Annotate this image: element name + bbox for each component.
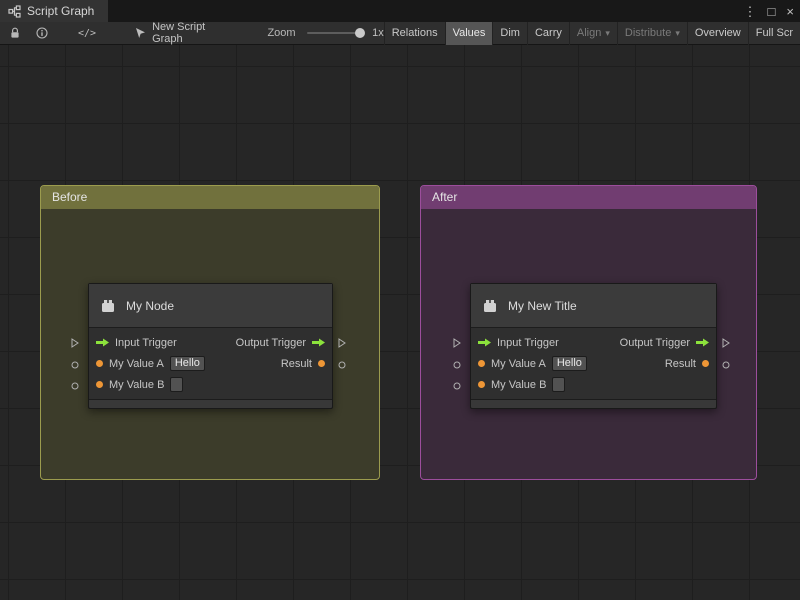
node-body: Input Trigger Output Trigger My Value A …	[471, 328, 716, 395]
code-icon[interactable]: </>	[78, 28, 96, 39]
zoom-value: 1x	[372, 27, 384, 39]
node-row: Input Trigger Output Trigger	[89, 332, 332, 353]
node-row: My Value A Hello Result	[471, 353, 716, 374]
maximize-icon[interactable]: □	[768, 5, 776, 18]
port-label: My Value A	[491, 357, 546, 370]
lock-icon[interactable]	[9, 27, 21, 39]
dim-button[interactable]: Dim	[492, 21, 527, 45]
value-output-port[interactable]	[338, 361, 346, 369]
input-trigger-port[interactable]	[71, 338, 79, 348]
node-header[interactable]: My Node	[89, 284, 332, 328]
chevron-down-icon: ▾	[675, 27, 680, 38]
relations-button[interactable]: Relations	[383, 21, 445, 45]
value-port-icon	[318, 360, 325, 367]
node-row: Input Trigger Output Trigger	[471, 332, 716, 353]
string-input[interactable]: Hello	[551, 356, 587, 371]
port-label: Input Trigger	[115, 336, 177, 349]
output-trigger-port[interactable]	[338, 338, 346, 348]
port-label: Result	[280, 357, 312, 370]
flow-arrow-icon	[312, 338, 325, 347]
close-icon[interactable]: ×	[786, 5, 794, 18]
cursor-icon	[134, 27, 146, 40]
string-input[interactable]: Hello	[169, 356, 205, 371]
zoom-slider-handle[interactable]	[355, 28, 366, 38]
graph-name-label: New Script Graph	[152, 21, 206, 45]
output-trigger-port[interactable]	[722, 338, 730, 348]
value-input-port[interactable]	[453, 382, 461, 390]
node-row: My Value B	[89, 374, 332, 395]
value-output-port[interactable]	[722, 361, 730, 369]
value-input-port[interactable]	[71, 361, 79, 369]
title-bar: Script Graph ⋮ □ ×	[0, 0, 800, 22]
value-port-icon	[96, 381, 103, 388]
distribute-button: Distribute ▾	[616, 21, 687, 45]
unit-icon	[484, 299, 496, 312]
window-controls: ⋮ □ ×	[744, 0, 794, 22]
graph-node[interactable]: My New Title Input Trigger Output Trigge…	[470, 283, 717, 409]
kebab-menu-icon[interactable]: ⋮	[744, 5, 757, 18]
node-footer	[471, 399, 716, 408]
node-footer	[89, 399, 332, 408]
carry-button[interactable]: Carry	[526, 21, 569, 45]
node-body: Input Trigger Output Trigger My Value A …	[89, 328, 332, 395]
port-label: Input Trigger	[497, 336, 559, 349]
port-label: My Value A	[109, 357, 164, 370]
group-header[interactable]: After	[421, 186, 756, 209]
node-row: My Value A Hello Result	[89, 353, 332, 374]
port-label: Output Trigger	[235, 336, 306, 349]
node-title: My Node	[126, 298, 175, 313]
node-header[interactable]: My New Title	[471, 284, 716, 328]
unit-icon	[102, 299, 114, 312]
zoom-label: Zoom	[267, 27, 296, 39]
fullscreen-button[interactable]: Full Scr	[747, 21, 800, 45]
tab-label: Script Graph	[27, 4, 95, 18]
port-label: My Value B	[109, 378, 165, 391]
group-header[interactable]: Before	[41, 186, 379, 209]
node-title: My New Title	[508, 298, 577, 313]
port-label: My Value B	[491, 378, 547, 391]
value-input-port[interactable]	[453, 361, 461, 369]
value-input[interactable]	[552, 377, 566, 392]
info-icon[interactable]	[36, 27, 48, 39]
value-port-icon	[96, 360, 103, 367]
port-label: Result	[664, 357, 696, 370]
port-label: Output Trigger	[619, 336, 690, 349]
group-label: Before	[52, 190, 88, 204]
group-label: After	[432, 190, 458, 204]
node-row: My Value B	[471, 374, 716, 395]
zoom-slider[interactable]	[306, 28, 366, 38]
graph-node[interactable]: My Node Input Trigger Output Trigger My …	[88, 283, 333, 409]
value-input[interactable]	[170, 377, 184, 392]
value-port-icon	[478, 381, 485, 388]
value-port-icon	[702, 360, 709, 367]
flow-arrow-icon	[696, 338, 709, 347]
flow-arrow-icon	[478, 338, 491, 347]
flow-arrow-icon	[96, 338, 109, 347]
overview-button[interactable]: Overview	[686, 21, 748, 45]
value-input-port[interactable]	[71, 382, 79, 390]
toolbar-buttons: Relations Values Dim Carry Align ▾ Distri…	[383, 21, 800, 45]
values-button[interactable]: Values	[444, 21, 493, 45]
script-graph-icon	[8, 4, 21, 18]
chevron-down-icon: ▾	[605, 27, 610, 38]
input-trigger-port[interactable]	[453, 338, 461, 348]
tab-script-graph[interactable]: Script Graph	[0, 0, 109, 22]
value-port-icon	[478, 360, 485, 367]
graph-toolbar: </> New Script Graph Zoom 1x Relations V…	[0, 21, 800, 45]
align-button: Align ▾	[568, 21, 617, 45]
graph-canvas[interactable]: Before After My Node Input Trigger Outpu…	[0, 45, 800, 600]
